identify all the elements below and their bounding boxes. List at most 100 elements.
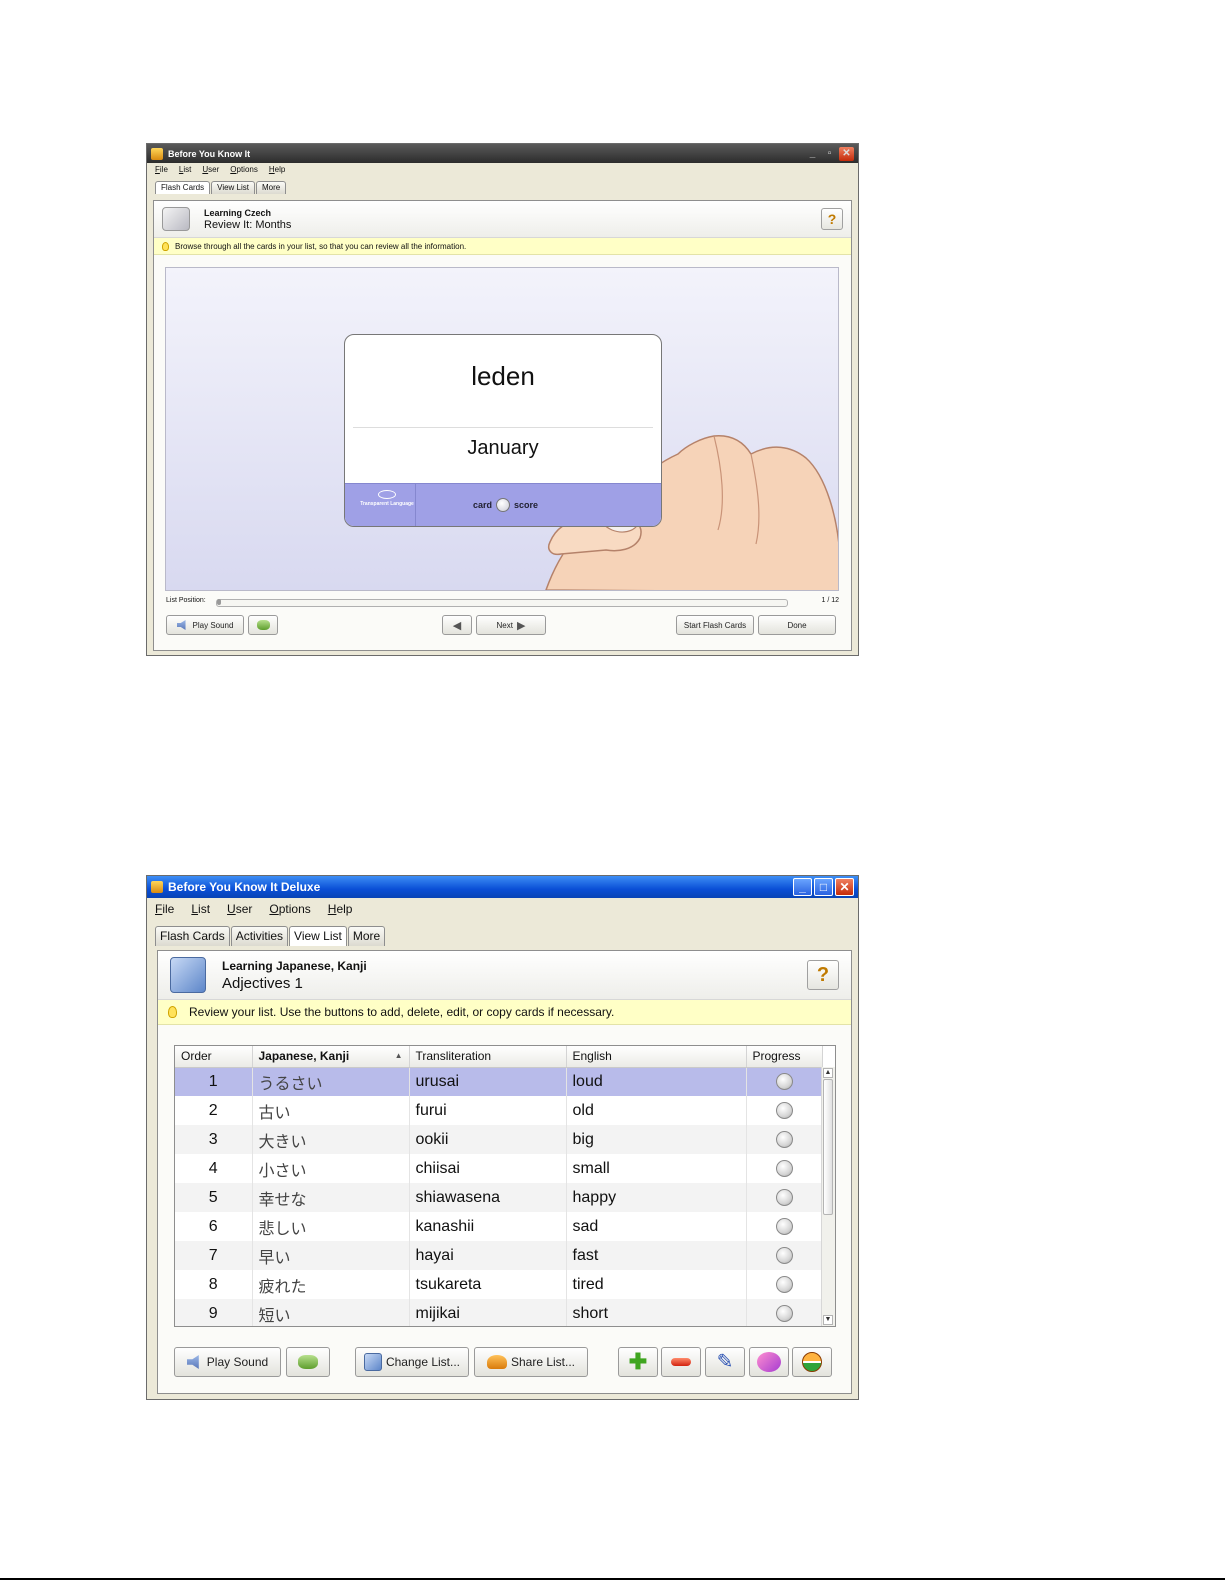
menu-help[interactable]: Help [269, 165, 285, 175]
sound-settings-icon [298, 1355, 318, 1369]
sound-options-button[interactable] [286, 1347, 330, 1377]
share-list-icon [486, 1355, 507, 1369]
toggle-switch[interactable] [496, 498, 511, 512]
minimize-button[interactable]: _ [805, 147, 820, 161]
copy-card-button[interactable] [749, 1347, 789, 1377]
row-transliteration-cell: furui [409, 1096, 567, 1125]
row-japanese-cell: 早い [252, 1241, 410, 1270]
table-body: 1 うるさい urusai loud 2 古い furui old 3 大きい ookii big 4 小… [175, 1067, 823, 1326]
header-subtitle: Learning Czech [204, 207, 272, 218]
minimize-button[interactable]: _ [793, 878, 812, 896]
table-row[interactable]: 8 疲れた tsukareta tired [175, 1270, 823, 1299]
menu-user[interactable]: User [202, 165, 219, 175]
title-bar: Before You Know It Deluxe _ □ ✕ [147, 876, 858, 898]
row-progress-cell [746, 1212, 823, 1241]
table-row[interactable]: 5 幸せな shiawasena happy [175, 1183, 823, 1212]
table-row[interactable]: 4 小さい chiisai small [175, 1154, 823, 1183]
table-row[interactable]: 2 古い furui old [175, 1096, 823, 1125]
speaker-icon [176, 620, 186, 630]
footer-separator [415, 484, 416, 526]
menu-help[interactable]: Help [328, 902, 353, 916]
col-japanese[interactable]: Japanese, Kanji ▲ [252, 1046, 410, 1068]
play-sound-label: Play Sound [192, 620, 234, 630]
menu-file[interactable]: File [155, 165, 168, 175]
tip-bar: Browse through all the cards in your lis… [154, 238, 851, 255]
row-progress-cell [746, 1125, 823, 1154]
sound-options-button[interactable] [248, 615, 278, 635]
edit-card-button[interactable]: ✎ [705, 1347, 745, 1377]
next-label: Next [496, 620, 513, 630]
list-position-label: List Position: [166, 597, 206, 604]
header-title: Adjectives 1 [222, 974, 303, 992]
lightbulb-icon [162, 241, 169, 251]
close-button[interactable]: ✕ [835, 878, 854, 896]
next-button[interactable]: Next ▶ [476, 615, 546, 635]
row-transliteration-cell: chiisai [409, 1154, 567, 1183]
col-order[interactable]: Order [175, 1046, 253, 1068]
help-button[interactable]: ? [807, 960, 839, 990]
row-japanese-cell: 大きい [252, 1125, 410, 1154]
delete-card-button[interactable] [661, 1347, 701, 1377]
row-english-cell: old [566, 1096, 747, 1125]
row-progress-cell [746, 1299, 823, 1326]
menu-user[interactable]: User [227, 902, 252, 916]
card-back-text: January [467, 437, 539, 459]
slider-thumb[interactable] [217, 599, 221, 605]
done-button[interactable]: Done [758, 615, 836, 635]
card-score-toggle[interactable]: card score [473, 498, 538, 512]
play-sound-button[interactable]: Play Sound [166, 615, 244, 635]
list-position-slider[interactable] [216, 599, 788, 607]
stop-button[interactable] [792, 1347, 832, 1377]
stop-icon [802, 1352, 822, 1372]
progress-orb-icon [775, 1188, 793, 1206]
add-card-button[interactable]: ✚ [618, 1347, 658, 1377]
row-progress-cell [746, 1270, 823, 1299]
table-row[interactable]: 9 短い mijikai short [175, 1299, 823, 1326]
vertical-scrollbar[interactable]: ▲ ▼ [821, 1067, 835, 1326]
change-list-button[interactable]: Change List... [355, 1347, 469, 1377]
progress-orb-icon [775, 1275, 793, 1293]
window-title: Before You Know It Deluxe [168, 880, 321, 894]
col-progress[interactable]: Progress [746, 1046, 823, 1068]
progress-orb-icon [775, 1073, 793, 1091]
tab-activities[interactable]: Activities [230, 926, 289, 946]
table-row[interactable]: 1 うるさい urusai loud [175, 1067, 823, 1096]
change-list-icon [363, 1353, 382, 1371]
card-footer: Transparent Language card score [345, 483, 661, 526]
copy-icon [757, 1352, 781, 1372]
table-row[interactable]: 3 大きい ookii big [175, 1125, 823, 1154]
toggle-card-label: card [473, 500, 493, 510]
progress-orb-icon [775, 1130, 793, 1148]
flashcard[interactable]: leden January Transparent Language card … [344, 334, 662, 527]
start-flash-cards-label: Start Flash Cards [683, 620, 747, 630]
menu-file[interactable]: File [155, 902, 174, 916]
tab-flash-cards[interactable]: Flash Cards [155, 181, 211, 194]
help-button[interactable]: ? [821, 208, 843, 230]
menu-list[interactable]: List [179, 165, 191, 175]
tab-view-list[interactable]: View List [289, 926, 347, 946]
scroll-down-arrow[interactable]: ▼ [823, 1315, 833, 1325]
scroll-up-arrow[interactable]: ▲ [823, 1068, 833, 1078]
menu-options[interactable]: Options [269, 902, 310, 916]
col-japanese-label: Japanese, Kanji [258, 1049, 350, 1064]
start-flash-cards-button[interactable]: Start Flash Cards [676, 615, 754, 635]
table-row[interactable]: 7 早い hayai fast [175, 1241, 823, 1270]
play-sound-button[interactable]: Play Sound [174, 1347, 281, 1377]
share-list-button[interactable]: Share List... [474, 1347, 588, 1377]
col-transliteration[interactable]: Transliteration [409, 1046, 567, 1068]
row-progress-cell [746, 1096, 823, 1125]
table-row[interactable]: 6 悲しい kanashii sad [175, 1212, 823, 1241]
menu-list[interactable]: List [191, 902, 210, 916]
col-english[interactable]: English [566, 1046, 747, 1068]
tab-flash-cards[interactable]: Flash Cards [155, 926, 230, 946]
maximize-button[interactable]: ▫ [822, 147, 837, 161]
maximize-button[interactable]: □ [814, 878, 833, 896]
previous-button[interactable]: ◀ [442, 615, 472, 635]
tab-view-list[interactable]: View List [211, 181, 255, 194]
scroll-thumb[interactable] [823, 1079, 833, 1215]
menu-options[interactable]: Options [230, 165, 258, 175]
close-button[interactable]: ✕ [839, 146, 854, 161]
tab-more[interactable]: More [347, 926, 386, 946]
row-english-cell: small [566, 1154, 747, 1183]
tab-more[interactable]: More [256, 181, 287, 194]
